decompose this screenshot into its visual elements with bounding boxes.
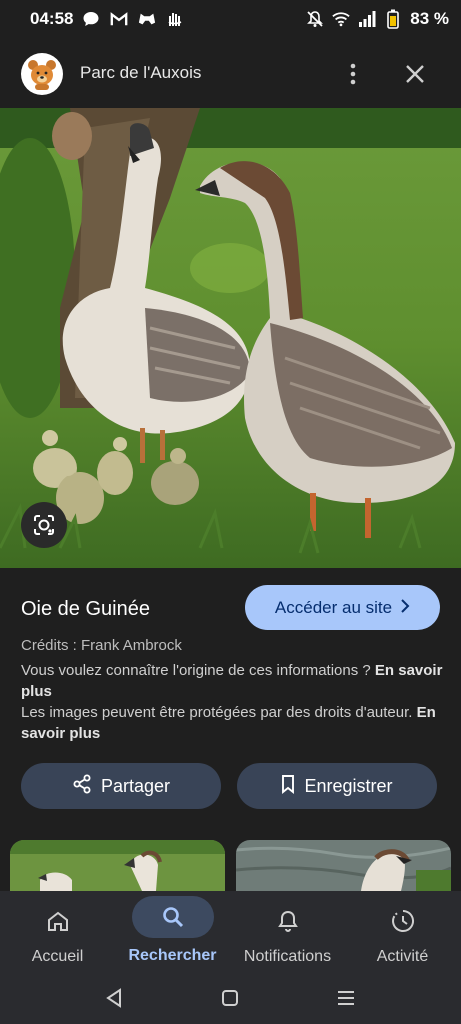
more-vert-icon[interactable]	[341, 60, 365, 88]
info-notice: Vous voulez connaître l'origine de ces i…	[21, 660, 446, 744]
share-button[interactable]: Partager	[21, 763, 221, 809]
bottom-navigation: Accueil Rechercher Notifications Activit…	[0, 891, 461, 973]
site-title: Parc de l'Auxois	[80, 63, 202, 82]
game-controller-icon	[138, 10, 156, 28]
save-button[interactable]: Enregistrer	[237, 763, 437, 809]
bell-icon	[256, 904, 320, 938]
battery-icon	[384, 9, 402, 29]
home-icon	[26, 904, 90, 938]
nav-label-home: Accueil	[31, 948, 84, 965]
nav-label-notifications: Notifications	[243, 948, 332, 965]
share-label: Partager	[100, 775, 171, 796]
home-button-icon[interactable]	[217, 985, 243, 1011]
search-icon	[131, 896, 214, 938]
chevron-right-icon	[400, 598, 410, 618]
nav-label-activity: Activité	[376, 948, 429, 965]
origin-text: Vous voulez connaître l'origine de ces i…	[21, 662, 371, 679]
copyright-text: Les images peuvent être protégées par de…	[21, 704, 413, 721]
bookmark-icon	[281, 774, 295, 799]
share-icon	[72, 774, 92, 799]
recents-icon[interactable]	[333, 985, 359, 1011]
goose-photo[interactable]	[0, 108, 461, 568]
notification-icons	[82, 10, 184, 28]
related-image-thumbnail[interactable]	[236, 840, 451, 891]
wifi-icon	[332, 10, 350, 28]
chat-bubble-icon	[82, 10, 100, 28]
google-lens-icon[interactable]	[21, 502, 67, 548]
mute-icon	[306, 10, 324, 28]
image-credits: Crédits : Frank Ambrock	[21, 637, 182, 654]
nav-label-search: Rechercher	[128, 947, 217, 964]
app-header: Parc de l'Auxois	[0, 40, 461, 108]
status-time: 04:58	[30, 9, 74, 28]
nav-item-home[interactable]: Accueil	[0, 891, 115, 973]
save-label: Enregistrer	[304, 775, 393, 796]
visit-site-button[interactable]: Accéder au site	[245, 585, 440, 630]
gmail-icon	[110, 10, 128, 28]
bear-logo-icon[interactable]	[21, 53, 63, 95]
activity-icon	[371, 904, 435, 938]
hand-sign-icon	[166, 10, 184, 28]
close-icon[interactable]	[402, 60, 428, 88]
battery-percent: 83 %	[410, 9, 449, 28]
signal-icon	[358, 10, 376, 28]
nav-item-search[interactable]: Rechercher	[115, 891, 230, 973]
system-status-icons: 83 %	[306, 9, 449, 29]
related-image-thumbnail[interactable]	[10, 840, 225, 891]
nav-item-notifications[interactable]: Notifications	[230, 891, 345, 973]
back-icon[interactable]	[101, 985, 127, 1011]
visit-site-label: Accéder au site	[274, 597, 393, 617]
nav-item-activity[interactable]: Activité	[345, 891, 460, 973]
system-navigation-bar	[0, 973, 461, 1024]
status-bar: 04:58 83 %	[0, 0, 461, 40]
image-title: Oie de Guinée	[21, 598, 150, 620]
